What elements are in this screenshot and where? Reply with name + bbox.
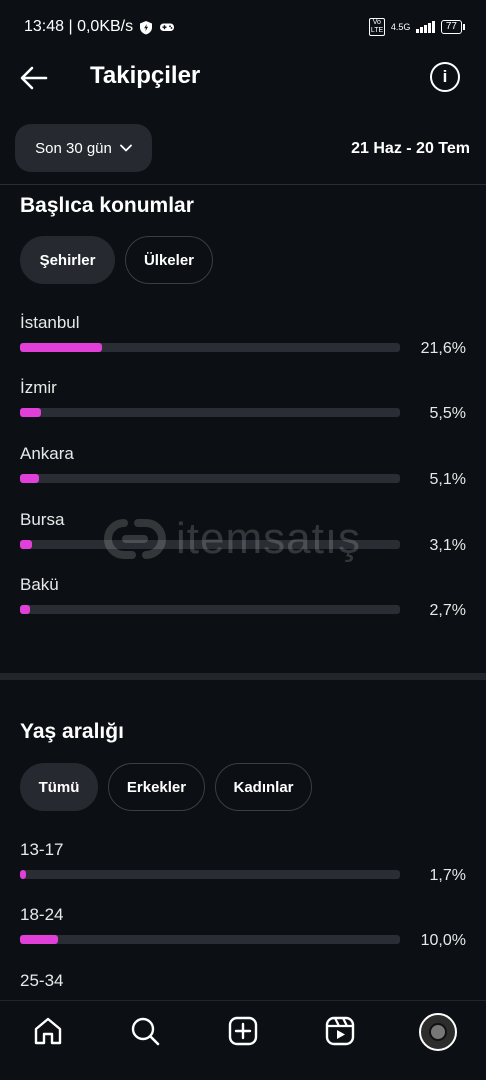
search-icon — [131, 1017, 160, 1046]
volte-icon: Vo LTE — [368, 18, 385, 36]
age-bar-fill — [20, 870, 27, 879]
info-button[interactable]: i — [430, 62, 460, 92]
battery-indicator: 77 — [440, 20, 466, 34]
status-right: Vo LTE 4.5G 77 — [368, 18, 466, 36]
age-label: 13-17 — [20, 840, 64, 859]
tab-women[interactable]: Kadınlar — [215, 763, 312, 811]
age-label: 18-24 — [20, 905, 64, 924]
location-bar — [20, 605, 400, 614]
location-bar-fill — [20, 540, 32, 549]
age-label: 25-34 — [20, 971, 64, 990]
watermark-text: itemsatış — [176, 514, 362, 563]
avatar-image — [429, 1023, 447, 1041]
location-bar-fill — [20, 343, 103, 352]
location-bar — [20, 343, 400, 352]
tab-men[interactable]: Erkekler — [108, 763, 205, 811]
info-icon: i — [442, 67, 448, 86]
age-bar — [20, 870, 400, 879]
header: Takipçiler i — [0, 52, 486, 104]
shield-icon — [140, 20, 153, 34]
age-bar-fill — [20, 935, 58, 944]
age-value: 1,7% — [429, 867, 466, 884]
location-label: İzmir — [20, 378, 57, 397]
location-bar-fill — [20, 408, 41, 417]
location-value: 5,5% — [429, 405, 466, 422]
status-left: 13:48 | 0,0KB/s — [24, 18, 175, 36]
age-value: 10,0% — [420, 932, 466, 949]
period-label: Son 30 gün — [35, 139, 112, 157]
location-label: İstanbul — [20, 313, 80, 332]
status-time-speed: 13:48 | 0,0KB/s — [24, 18, 134, 35]
location-bar — [20, 408, 400, 417]
location-label: Bursa — [20, 510, 65, 529]
back-button[interactable] — [18, 62, 50, 94]
age-bar — [20, 935, 400, 944]
bottom-nav — [0, 1000, 486, 1080]
date-range: 21 Haz - 20 Tem — [351, 140, 470, 157]
watermark-logo-icon — [104, 519, 166, 559]
chevron-down-icon — [119, 144, 132, 152]
age-range-title: Yaş aralığı — [20, 720, 124, 743]
divider — [0, 184, 486, 185]
profile-avatar[interactable] — [419, 1013, 457, 1051]
home-icon — [34, 1017, 62, 1045]
location-value: 5,1% — [429, 471, 466, 488]
top-locations-title: Başlıca konumlar — [20, 194, 194, 217]
location-value: 2,7% — [429, 602, 466, 619]
back-arrow-icon — [20, 66, 48, 90]
period-dropdown[interactable]: Son 30 gün — [15, 124, 152, 172]
page-title: Takipçiler — [90, 62, 201, 89]
nav-home[interactable] — [32, 1015, 64, 1047]
location-value: 21,6% — [420, 340, 466, 357]
tab-cities[interactable]: Şehirler — [20, 236, 115, 284]
nav-search[interactable] — [129, 1015, 161, 1047]
create-icon — [228, 1016, 258, 1046]
tab-countries[interactable]: Ülkeler — [125, 236, 213, 284]
nav-reels[interactable] — [324, 1015, 356, 1047]
nav-create[interactable] — [227, 1015, 259, 1047]
location-label: Bakü — [20, 575, 59, 594]
status-bar: 13:48 | 0,0KB/s Vo LTE 4.5G 77 — [0, 0, 486, 52]
watermark: itemsatış — [102, 517, 361, 561]
gamepad-icon — [160, 23, 175, 31]
location-label: Ankara — [20, 444, 74, 463]
reels-icon — [325, 1016, 355, 1046]
location-bar — [20, 474, 400, 483]
location-bar-fill — [20, 474, 40, 483]
location-bar-fill — [20, 605, 31, 614]
signal-icon — [416, 21, 435, 33]
location-value: 3,1% — [429, 537, 466, 554]
section-divider — [0, 673, 486, 680]
tab-all[interactable]: Tümü — [20, 763, 98, 811]
network-label: 4.5G — [390, 22, 411, 32]
